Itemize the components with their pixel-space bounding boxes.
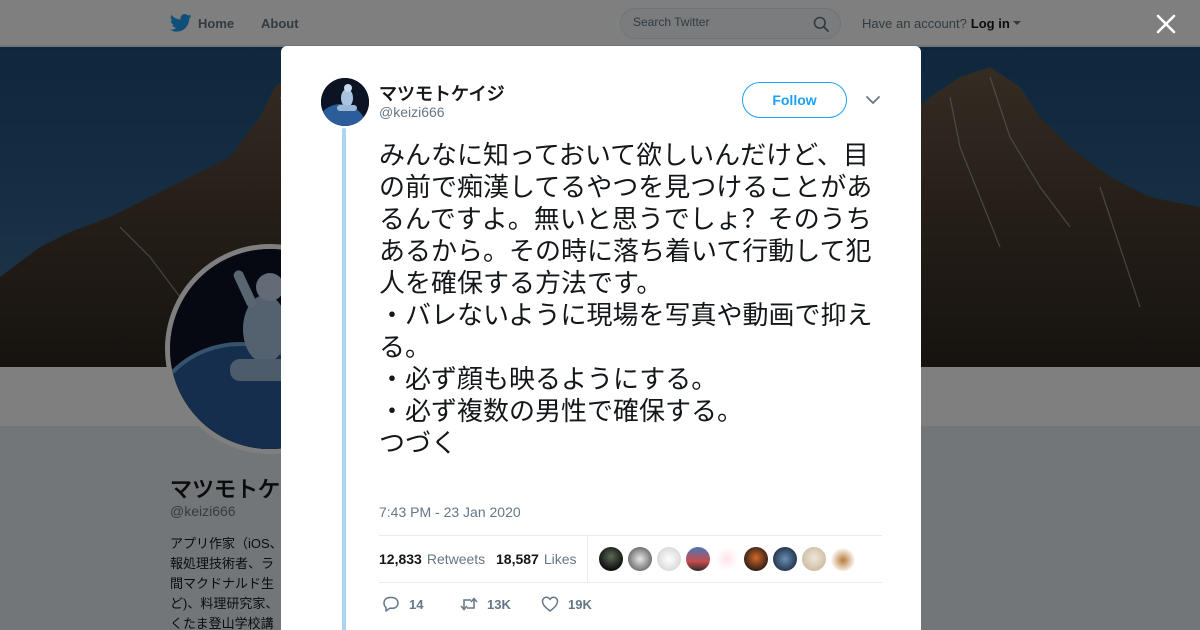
liker-avatar[interactable] <box>657 547 681 571</box>
reply-count: 14 <box>409 596 424 612</box>
liker-avatars <box>599 547 860 571</box>
retweet-count: 13K <box>487 596 511 612</box>
like-count: 19K <box>568 596 592 612</box>
thread-line <box>342 128 346 630</box>
tweet-modal: マツモトケイジ @keizi666 Follow みんなに知っておいて欲しいんだ… <box>281 46 921 630</box>
stats-divider <box>587 536 588 582</box>
retweets-label: Retweets <box>426 551 486 567</box>
chevron-down-icon[interactable] <box>865 94 881 106</box>
heart-icon <box>541 596 559 612</box>
liker-avatar[interactable] <box>599 547 623 571</box>
retweets-stat[interactable]: 12,833 Retweets <box>379 536 485 582</box>
liker-avatar[interactable] <box>715 547 739 571</box>
author-avatar[interactable] <box>321 78 369 126</box>
close-icon[interactable] <box>1152 10 1180 38</box>
author-name[interactable]: マツモトケイジ <box>379 80 505 106</box>
retweet-button[interactable]: 13K <box>459 592 511 616</box>
retweet-icon <box>460 597 478 611</box>
like-button[interactable]: 19K <box>540 592 592 616</box>
liker-avatar[interactable] <box>628 547 652 571</box>
likes-stat[interactable]: 18,587 Likes <box>496 536 577 582</box>
tweet-text: みんなに知っておいて欲しいんだけど、目の前で痴漢してるやつを見つけることがあるん… <box>379 141 873 459</box>
tweet-timestamp[interactable]: 7:43 PM - 23 Jan 2020 <box>379 504 521 520</box>
reply-button[interactable]: 14 <box>381 592 423 616</box>
liker-avatar[interactable] <box>744 547 768 571</box>
author-handle[interactable]: @keizi666 <box>379 104 445 120</box>
liker-avatar[interactable] <box>773 547 797 571</box>
liker-avatar[interactable] <box>686 547 710 571</box>
tweet-actions: 14 13K 19K <box>379 592 779 616</box>
liker-avatar[interactable] <box>831 547 855 571</box>
likes-count: 18,587 <box>496 551 539 567</box>
reply-icon <box>383 596 399 612</box>
author-avatar-image <box>321 78 369 126</box>
retweets-count: 12,833 <box>379 551 422 567</box>
follow-button[interactable]: Follow <box>742 82 847 118</box>
liker-avatar[interactable] <box>802 547 826 571</box>
tweet-stats: 12,833 Retweets 18,587 Likes <box>379 535 882 583</box>
likes-label: Likes <box>543 551 577 567</box>
